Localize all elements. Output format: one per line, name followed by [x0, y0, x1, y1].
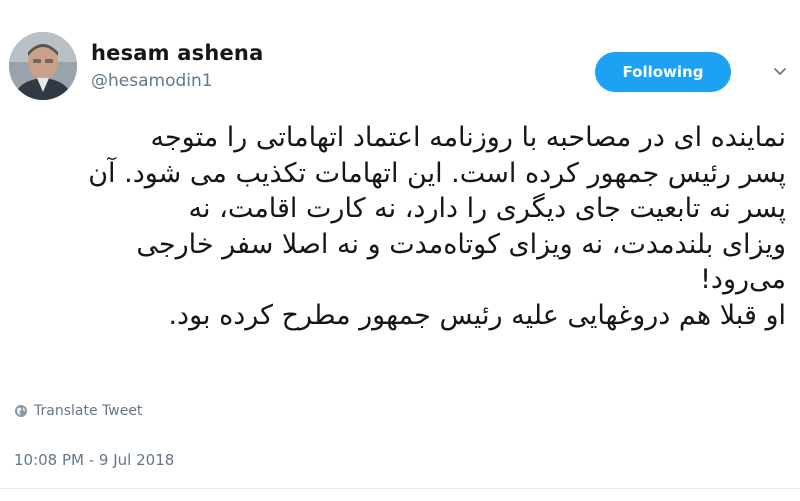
chevron-down-icon[interactable] — [772, 64, 788, 80]
globe-icon — [15, 405, 27, 417]
tweet-timestamp[interactable]: 10:08 PM - 9 Jul 2018 — [14, 451, 174, 469]
avatar-image — [9, 32, 77, 100]
tweet-text-line: ویزای بلندمدت، نه ویزای کوتاه‌مدت و نه ا… — [136, 228, 786, 260]
tweet-card: hesam ashena @hesamodin1 Following نماین… — [0, 0, 800, 501]
tweet-text-line: او قبلا هم دروغهایی علیه رئیس جمهور مطرح… — [168, 299, 786, 331]
divider — [0, 488, 800, 489]
translate-tweet-link[interactable]: Translate Tweet — [14, 403, 142, 419]
tweet-text: نماینده ای در مصاحبه با روزنامه اعتماد ا… — [14, 120, 786, 333]
tweet-header: hesam ashena @hesamodin1 Following — [9, 32, 791, 112]
user-handle[interactable]: @hesamodin1 — [91, 69, 263, 93]
tweet-text-line: نماینده ای در مصاحبه با روزنامه اعتماد ا… — [150, 122, 786, 153]
display-name[interactable]: hesam ashena — [91, 40, 263, 66]
tweet-text-line: پسر نه تابعیت جای دیگری را دارد، نه کارت… — [188, 193, 786, 224]
tweet-text-line: می‌رود! — [700, 264, 786, 295]
following-button[interactable]: Following — [595, 52, 731, 92]
avatar[interactable] — [9, 32, 77, 100]
translate-label: Translate Tweet — [34, 403, 143, 419]
tweet-text-line: پسر رئیس جمهور کرده است. این اتهامات تکذ… — [88, 157, 786, 189]
user-names: hesam ashena @hesamodin1 — [91, 40, 263, 93]
